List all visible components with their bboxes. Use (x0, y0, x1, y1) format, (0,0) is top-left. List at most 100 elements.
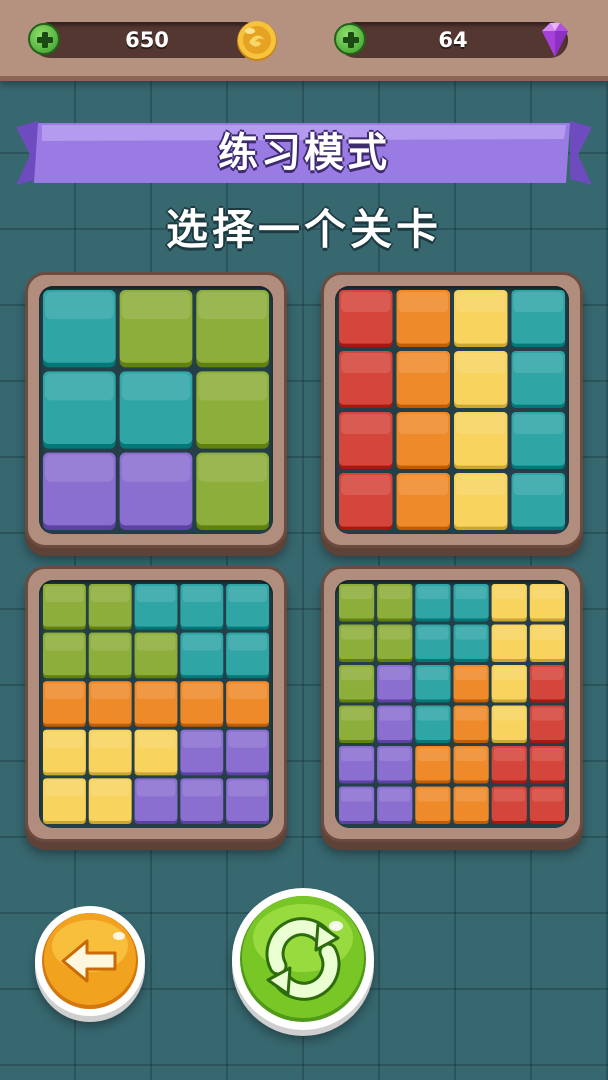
block-purple (226, 778, 269, 824)
block-purple (134, 778, 178, 824)
block-orange (453, 705, 489, 743)
block-green (43, 584, 86, 630)
add-gems-button[interactable] (334, 23, 366, 55)
level-card-1[interactable] (25, 272, 287, 548)
block-orange (396, 412, 450, 469)
back-button[interactable] (35, 906, 145, 1016)
gem-counter: 64 (334, 22, 568, 58)
block-purple (377, 705, 413, 743)
coin-count: 650 (125, 28, 169, 52)
block-purple (377, 786, 413, 824)
block-red (529, 705, 565, 743)
block-teal (511, 290, 565, 347)
block-teal (134, 584, 178, 630)
block-teal (511, 473, 565, 530)
block-purple (377, 665, 413, 703)
block-green (377, 624, 413, 662)
block-green (339, 624, 375, 662)
block-red (529, 665, 565, 703)
coin-counter: 650 (28, 21, 277, 61)
block-red (529, 786, 565, 824)
block-orange (226, 681, 269, 727)
restart-button[interactable] (232, 888, 374, 1030)
block-yellow (454, 412, 508, 469)
block-teal (43, 371, 116, 449)
block-green (196, 290, 269, 368)
level-preview (39, 580, 273, 828)
block-teal (511, 412, 565, 469)
block-orange (415, 786, 451, 824)
block-red (339, 412, 393, 469)
block-green (339, 584, 375, 622)
block-yellow (88, 778, 132, 824)
block-orange (453, 786, 489, 824)
page-title: 练习模式 (218, 130, 390, 176)
block-orange (453, 665, 489, 703)
block-teal (415, 624, 451, 662)
block-purple (339, 786, 375, 824)
block-orange (453, 746, 489, 784)
block-orange (396, 473, 450, 530)
level-grid (43, 290, 269, 530)
block-red (491, 746, 527, 784)
block-yellow (529, 584, 565, 622)
block-yellow (454, 351, 508, 408)
block-teal (453, 584, 489, 622)
block-red (491, 786, 527, 824)
block-green (134, 632, 178, 679)
plus-icon (343, 32, 359, 48)
block-yellow (88, 729, 132, 776)
block-teal (415, 665, 451, 703)
block-orange (88, 681, 132, 727)
block-yellow (43, 729, 86, 776)
block-orange (134, 681, 178, 727)
block-teal (453, 624, 489, 662)
block-yellow (491, 705, 527, 743)
top-bar: 650 64 (0, 0, 608, 81)
block-purple (180, 729, 224, 776)
block-green (119, 290, 193, 368)
block-yellow (491, 584, 527, 622)
add-coins-button[interactable] (28, 23, 60, 55)
block-teal (511, 351, 565, 408)
block-green (377, 584, 413, 622)
mode-banner: 练习模式 (16, 117, 592, 189)
block-green (196, 371, 269, 449)
page-subtitle: 选择一个关卡 (165, 205, 442, 254)
block-purple (377, 746, 413, 784)
block-orange (396, 290, 450, 347)
level-grid (339, 584, 565, 824)
block-green (339, 705, 375, 743)
block-yellow (491, 665, 527, 703)
block-green (88, 584, 132, 630)
block-yellow (134, 729, 178, 776)
block-orange (396, 351, 450, 408)
block-teal (180, 584, 224, 630)
block-purple (119, 452, 193, 530)
block-purple (339, 746, 375, 784)
block-yellow (529, 624, 565, 662)
block-teal (180, 632, 224, 679)
level-card-3[interactable] (25, 566, 287, 842)
level-card-2[interactable] (321, 272, 583, 548)
block-teal (119, 371, 193, 449)
level-card-4[interactable] (321, 566, 583, 842)
level-preview (39, 286, 273, 534)
gold-coin-icon (237, 21, 277, 61)
block-purple (43, 452, 116, 530)
block-red (339, 290, 393, 347)
block-green (339, 665, 375, 703)
refresh-icon (240, 896, 366, 1022)
block-orange (180, 681, 224, 727)
block-orange (43, 681, 86, 727)
block-teal (415, 584, 451, 622)
block-green (43, 632, 86, 679)
block-green (88, 632, 132, 679)
block-teal (226, 632, 269, 679)
block-teal (415, 705, 451, 743)
block-yellow (454, 473, 508, 530)
block-purple (180, 778, 224, 824)
block-teal (226, 584, 269, 630)
gem-count: 64 (438, 28, 468, 52)
plus-icon (37, 32, 53, 48)
